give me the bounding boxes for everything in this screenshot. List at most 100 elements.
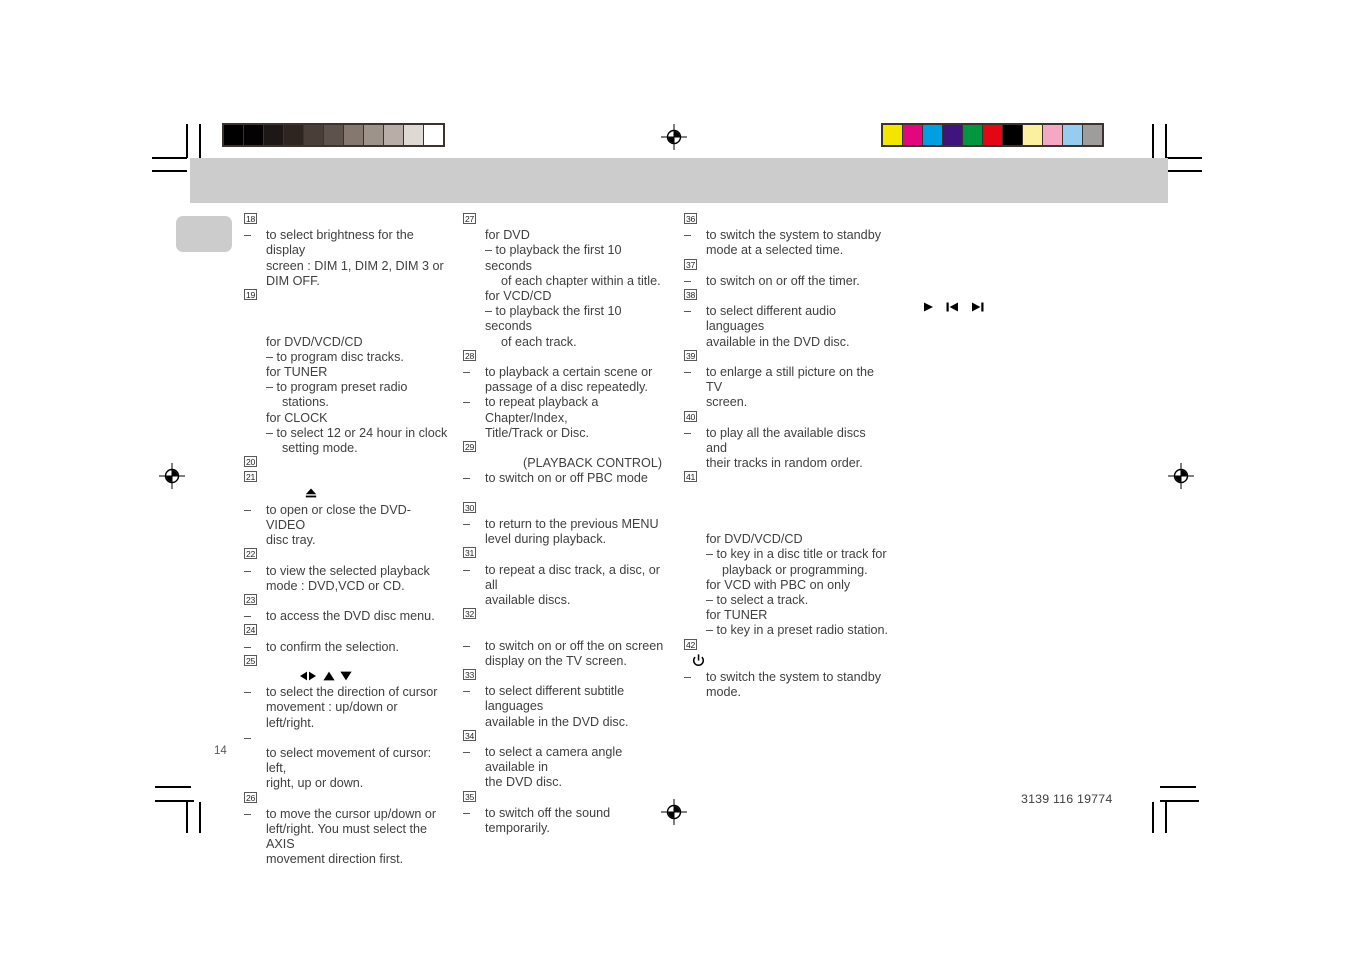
bullet-dash: – — [684, 425, 692, 440]
grayscale-swatch-6 — [344, 125, 363, 145]
crop-mark-top-left-horizontal — [152, 157, 187, 159]
item-text: to select different audio languages — [706, 304, 836, 334]
text-row: – to select a track. — [684, 593, 889, 608]
mode-heading: for VCD with PBC on only — [706, 577, 851, 592]
item-text-continuation: disc tray. — [266, 533, 316, 548]
item-number-badge: 29 — [463, 441, 476, 453]
text-row: disc tray. — [244, 533, 449, 548]
text-row: their tracks in random order. — [684, 456, 889, 471]
item-number-badge: 32 — [463, 608, 476, 620]
colorbar-swatch-2 — [923, 125, 942, 145]
item-number-row: 28 — [463, 349, 668, 365]
text-row: – to key in a preset radio station. — [684, 623, 889, 638]
crop-mark-bottom-right-horizontal — [1160, 786, 1196, 788]
text-row: – to playback the first 10 seconds — [463, 304, 668, 334]
bullet-dash: – — [463, 395, 471, 410]
bullet-dash: – — [463, 516, 471, 531]
text-row: – to return to the previous MENU — [463, 517, 668, 532]
text-row: Title/Track or Disc. — [463, 426, 668, 441]
item-number-row: 30 — [463, 501, 668, 517]
text-row: right, up or down. — [244, 776, 449, 791]
sub-item-text: – to select a track. — [706, 592, 809, 607]
item-number-badge: 19 — [244, 289, 257, 300]
text-row: – — [244, 731, 449, 746]
item-number-row: 31 — [463, 547, 668, 562]
item-number-badge: 36 — [684, 213, 697, 224]
text-row: the DVD disc. — [463, 775, 668, 790]
text-row: playback or programming. — [684, 563, 889, 578]
cursor-arrows-icon — [244, 670, 449, 685]
grayscale-swatch-2 — [264, 125, 283, 145]
column-2: 27 for DVD – to playback the first 10 seco… — [463, 213, 668, 836]
item-text-continuation: their tracks in random order. — [706, 456, 863, 471]
text-row: – to select the direction of cursor — [244, 685, 449, 700]
text-row: stations. — [244, 395, 449, 410]
manual-page: 18– to select brightness for the display s… — [0, 0, 1351, 954]
item-text: to switch the system to standby — [706, 669, 881, 684]
item-number-badge: 28 — [463, 349, 476, 361]
item-number-row: 21 — [244, 471, 449, 486]
colorbar-swatch-10 — [1083, 125, 1102, 145]
text-row: DIM OFF. — [244, 274, 449, 289]
item-number-badge: 30 — [463, 501, 476, 513]
text-row: – to playback the first 10 seconds — [463, 243, 668, 273]
bullet-dash: – — [463, 744, 471, 759]
bullet-dash: – — [463, 638, 471, 653]
item-text-continuation: screen : DIM 1, DIM 2, DIM 3 or — [266, 258, 444, 273]
colorbar-swatch-9 — [1063, 125, 1082, 145]
colorbar-swatch-3 — [943, 125, 962, 145]
crop-mark-top-right-horizontal — [1167, 157, 1202, 159]
mode-heading: for VCD/CD — [485, 289, 552, 303]
sub-item-text-continuation: of each chapter within a title. — [501, 273, 661, 288]
bullet-dash: – — [244, 563, 252, 578]
text-row: – to switch the system to standby — [684, 670, 889, 685]
item-number-row: 29 — [463, 441, 668, 456]
text-row: to select movement of cursor: left, — [244, 746, 449, 776]
bullet-dash: – — [463, 684, 471, 699]
grayscale-step-wedge — [222, 123, 445, 147]
text-row: of each chapter within a title. — [463, 274, 668, 289]
item-number-row: 39 — [684, 349, 889, 365]
registration-target-top — [661, 124, 687, 150]
crop-mark-top-right-vertical — [1165, 124, 1167, 158]
text-row: for VCD with PBC on only — [684, 578, 889, 593]
text-row: – to switch on or off PBC mode — [463, 471, 668, 486]
grayscale-swatch-9 — [404, 125, 423, 145]
text-row: movement direction first. — [244, 852, 449, 867]
item-text-continuation: DIM OFF. — [266, 273, 320, 288]
item-number-badge: 33 — [463, 668, 476, 680]
text-row: – to program disc tracks. — [244, 350, 449, 365]
item-text: to return to the previous MENU — [485, 516, 659, 531]
item-text-continuation: level during playback. — [485, 532, 607, 547]
item-number-badge: 26 — [244, 791, 257, 803]
text-row: – to program preset radio — [244, 380, 449, 395]
text-row: – to view the selected playback — [244, 564, 449, 579]
crop-mark-top-right-horizontal-lower — [1167, 170, 1202, 172]
item-number-badge: 21 — [244, 471, 257, 483]
text-row: for TUNER — [684, 608, 889, 623]
item-number-row: 22 — [244, 548, 449, 563]
item-text: to repeat a disc track, a disc, or all — [485, 562, 660, 592]
grayscale-swatch-4 — [304, 125, 323, 145]
bullet-dash: – — [463, 471, 471, 486]
item-text: to select the direction of cursor — [266, 685, 438, 700]
item-text: to switch off the sound temporarily. — [485, 805, 611, 835]
grayscale-swatch-5 — [324, 125, 343, 145]
mode-heading: for TUNER — [706, 608, 768, 623]
text-row: – to enlarge a still picture on the TV — [684, 365, 889, 395]
item-text: to select a camera angle available in — [485, 744, 623, 775]
item-text: to playback a certain scene or — [485, 365, 653, 379]
page-number: 14 — [214, 745, 227, 757]
item-number-badge: 18 — [244, 213, 257, 224]
item-text-continuation: available in the DVD disc. — [485, 714, 629, 729]
grayscale-swatch-8 — [384, 125, 403, 145]
item-text-continuation: mode at a selected time. — [706, 243, 844, 258]
crop-mark-bottom-left-horizontal-lower — [155, 800, 194, 802]
sub-item-text: – to program disc tracks. — [266, 349, 404, 364]
header-band — [190, 158, 1168, 203]
crop-mark-top-left-vertical — [186, 124, 188, 158]
registration-target-right — [1168, 463, 1194, 489]
bullet-dash: – — [244, 609, 252, 624]
bullet-dash: – — [244, 502, 252, 517]
